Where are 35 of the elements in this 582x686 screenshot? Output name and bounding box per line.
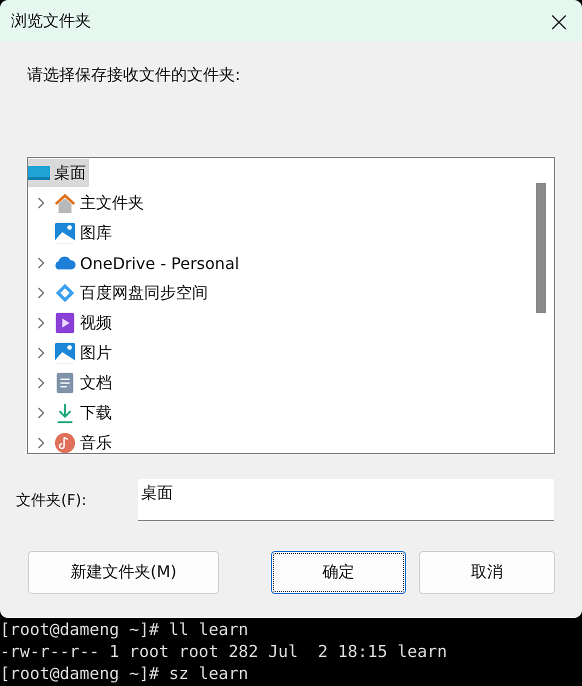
tree-item[interactable]: 文档 [54,369,115,397]
house-icon [54,192,76,214]
tree-item[interactable]: 百度网盘同步空间 [54,279,211,307]
tree-item[interactable]: 音乐 [54,429,115,453]
chevron-icon[interactable] [37,437,45,449]
tree-item[interactable]: 视频 [54,309,115,337]
chevron-icon[interactable] [37,197,45,209]
close-button[interactable]: × [536,0,582,42]
picture-icon [54,342,76,364]
cancel-button[interactable]: 取消 [419,551,555,594]
ok-button[interactable]: 确定 [271,551,406,594]
tree-item[interactable]: 图片 [54,339,115,367]
terminal-line: -rw-r--r-- 1 root root 282 Jul 2 18:15 learn [0,641,448,663]
terminal-line: [root@dameng ~]# sz learn [0,663,250,685]
diamond-icon [54,282,76,304]
picture-icon [54,222,76,244]
terminal-line: [root@dameng ~]# ll learn [0,619,250,641]
chevron-icon[interactable] [37,377,45,389]
chevron-icon[interactable] [37,257,45,269]
folder-input[interactable]: 桌面 [138,479,554,521]
chevron-icon[interactable] [37,317,45,329]
tree-item[interactable]: 主文件夹 [54,189,147,217]
document-icon [54,372,76,394]
tree-item[interactable]: OneDrive - Personal [54,249,242,277]
tree-item[interactable]: 下载 [54,399,115,427]
video-icon [54,312,76,334]
chevron-icon[interactable] [37,287,45,299]
window-title: 浏览文件夹 [11,10,91,32]
tree-item[interactable]: 桌面 [28,159,89,187]
new-folder-button[interactable]: 新建文件夹(M) [28,551,219,594]
chevron-icon[interactable] [37,347,45,359]
tree-item[interactable]: 图库 [54,219,115,247]
field-label: 文件夹(F): [16,490,88,510]
chevron-icon[interactable] [37,407,45,419]
prompt-text: 请选择保存接收文件的文件夹: [27,65,242,86]
